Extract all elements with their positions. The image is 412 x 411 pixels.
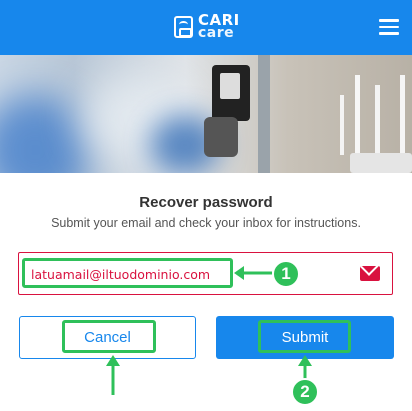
step-2-badge: 2 [291, 378, 319, 406]
annotation-arrows [106, 266, 312, 395]
step-1-badge: 1 [272, 260, 300, 288]
